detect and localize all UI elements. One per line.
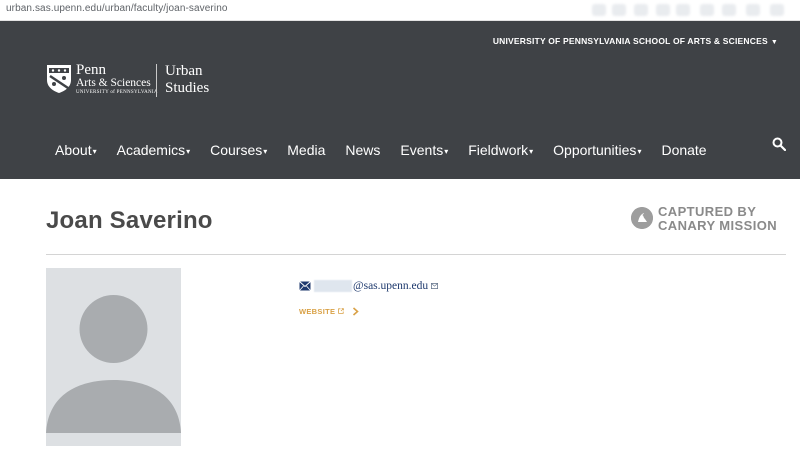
nav-label: News xyxy=(345,142,381,158)
caret-down-icon: ▾ xyxy=(263,147,268,156)
nav-label: Events xyxy=(400,142,444,158)
main-nav: About▾ Academics▾ Courses▾ Media News Ev… xyxy=(55,140,727,160)
extension-icon[interactable] xyxy=(676,4,690,16)
logo-divider xyxy=(156,64,157,97)
school-link-label: UNIVERSITY OF PENNSYLVANIA SCHOOL OF ART… xyxy=(492,36,768,46)
caret-down-icon: ▾ xyxy=(186,147,191,156)
extension-icon[interactable] xyxy=(634,4,648,16)
search-icon[interactable] xyxy=(772,137,786,151)
email-row: @sas.upenn.edu xyxy=(299,279,439,293)
website-link[interactable]: WEBSITE xyxy=(299,305,359,317)
nav-label: Fieldwork xyxy=(468,142,529,158)
mail-link-icon xyxy=(431,283,439,289)
watermark-line1: CAPTURED BY xyxy=(658,204,757,219)
watermark-text: CAPTURED BY CANARY MISSION xyxy=(658,205,777,232)
nav-label: Media xyxy=(287,142,326,158)
penn-shield-icon xyxy=(47,65,71,93)
nav-item-news[interactable]: News xyxy=(345,142,380,158)
nav-item-academics[interactable]: Academics▾ xyxy=(117,142,190,158)
logo-dept-line1: Urban xyxy=(165,63,203,79)
nav-item-fieldwork[interactable]: Fieldwork▾ xyxy=(468,142,533,158)
chevron-right-icon xyxy=(353,306,359,316)
canary-bird-icon xyxy=(631,207,653,229)
website-label: WEBSITE xyxy=(299,306,336,316)
profile-photo-placeholder xyxy=(46,268,181,446)
nav-label: Courses xyxy=(210,142,263,158)
redacted-email-user xyxy=(314,280,352,292)
caret-down-icon: ▼ xyxy=(770,39,778,46)
extension-icon[interactable] xyxy=(656,4,670,16)
logo-dept-line2: Studies xyxy=(165,80,210,96)
nav-item-opportunities[interactable]: Opportunities▾ xyxy=(553,142,641,158)
nav-item-about[interactable]: About▾ xyxy=(55,142,97,158)
site-header: UNIVERSITY OF PENNSYLVANIA SCHOOL OF ART… xyxy=(0,21,800,179)
caret-down-icon: ▾ xyxy=(444,147,449,156)
envelope-icon xyxy=(299,281,311,291)
extension-icon[interactable] xyxy=(770,4,784,16)
extension-icon[interactable] xyxy=(722,4,736,16)
caret-down-icon: ▾ xyxy=(92,147,97,156)
extension-icon[interactable] xyxy=(746,4,760,16)
nav-label: Academics xyxy=(116,142,186,158)
email-link[interactable]: @sas.upenn.edu xyxy=(353,280,428,292)
nav-label: Donate xyxy=(661,142,707,158)
extension-icon[interactable] xyxy=(700,4,714,16)
page-title: Joan Saverino xyxy=(46,207,213,234)
nav-item-courses[interactable]: Courses▾ xyxy=(210,142,267,158)
extension-icon[interactable] xyxy=(592,4,606,16)
school-dropdown-link[interactable]: UNIVERSITY OF PENNSYLVANIA SCHOOL OF ART… xyxy=(493,36,778,46)
nav-item-events[interactable]: Events▾ xyxy=(400,142,448,158)
caret-down-icon: ▾ xyxy=(637,147,642,156)
browser-address-bar[interactable]: urban.sas.upenn.edu/urban/faculty/joan-s… xyxy=(0,0,800,21)
logo-arts-text: Arts & Sciences xyxy=(76,77,151,89)
logo-department: Urban Studies xyxy=(165,63,209,97)
external-link-icon xyxy=(338,308,345,314)
caret-down-icon: ▾ xyxy=(529,147,534,156)
page: urban.sas.upenn.edu/urban/faculty/joan-s… xyxy=(0,0,800,452)
nav-item-donate[interactable]: Donate xyxy=(661,142,706,158)
nav-label: Opportunities xyxy=(553,142,637,158)
nav-label: About xyxy=(55,142,92,158)
logo-university-text: UNIVERSITY of PENNSYLVANIA xyxy=(76,90,158,95)
nav-item-media[interactable]: Media xyxy=(287,142,325,158)
title-divider xyxy=(46,254,786,255)
url-text[interactable]: urban.sas.upenn.edu/urban/faculty/joan-s… xyxy=(6,3,228,14)
logo-penn-text: Penn xyxy=(76,62,106,78)
extension-icon[interactable] xyxy=(612,4,626,16)
watermark-line2: CANARY MISSION xyxy=(658,217,778,233)
